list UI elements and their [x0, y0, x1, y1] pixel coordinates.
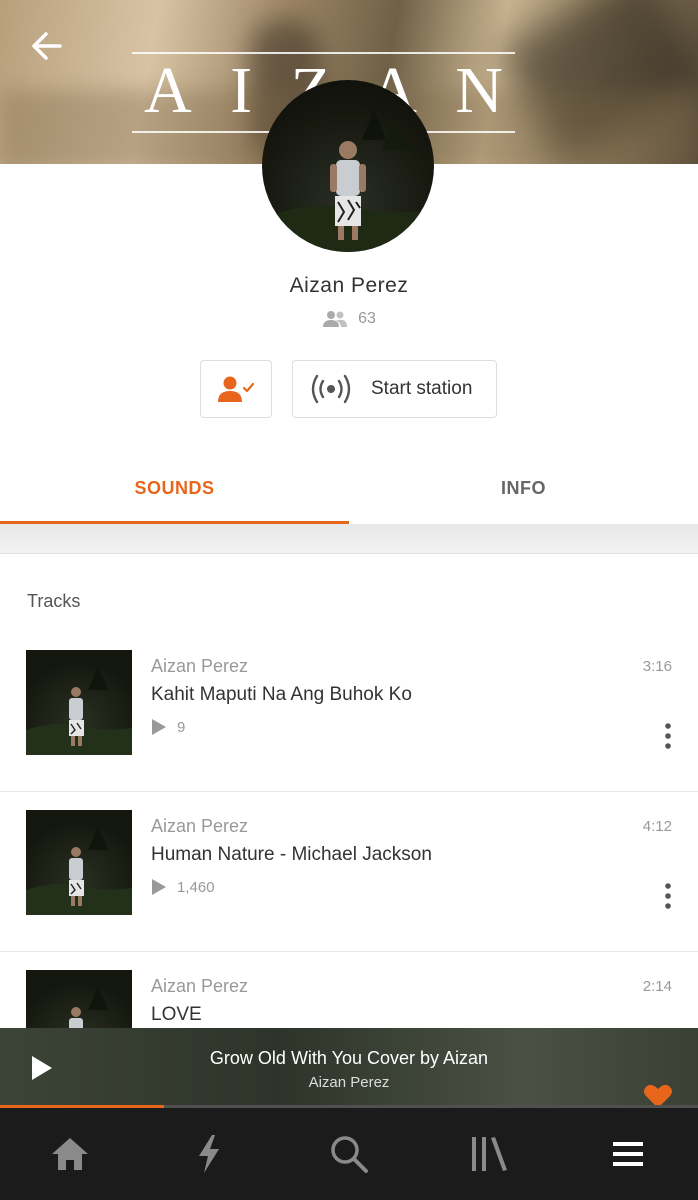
track-duration: 4:12: [642, 818, 672, 835]
bottom-navigation: [0, 1108, 698, 1200]
nav-search[interactable]: [314, 1124, 384, 1184]
followers-count-value: 63: [358, 310, 376, 327]
track-artist: Aizan Perez: [151, 816, 249, 836]
track-plays-value: 9: [177, 718, 186, 736]
track-plays-value: 1,460: [177, 878, 215, 896]
track-overflow-menu-button[interactable]: [660, 722, 676, 752]
track-artist: Aizan Perez: [151, 656, 249, 676]
user-following-icon: [218, 376, 255, 402]
tracks-section-title: Tracks: [27, 591, 81, 611]
nav-home[interactable]: [35, 1124, 105, 1184]
more-vertical-icon: [665, 883, 671, 909]
track-overflow-menu-button[interactable]: [660, 882, 676, 912]
play-count-icon: [152, 879, 166, 895]
track-title: LOVE: [151, 1004, 202, 1025]
library-icon: [471, 1137, 507, 1171]
nav-library[interactable]: [454, 1124, 524, 1184]
more-vertical-icon: [665, 723, 671, 749]
tabs-divider: [0, 524, 698, 554]
home-icon: [51, 1138, 88, 1170]
track-title: Kahit Maputi Na Ang Buhok Ko: [151, 684, 412, 705]
nav-stream[interactable]: [174, 1124, 244, 1184]
track-title: Human Nature - Michael Jackson: [151, 844, 432, 865]
menu-icon: [613, 1142, 644, 1166]
profile-name: Aizan Perez: [289, 274, 409, 297]
followers-count[interactable]: 63: [0, 310, 698, 328]
mini-player[interactable]: Grow Old With You Cover by Aizan Aizan P…: [0, 1028, 698, 1108]
profile-tabs: SOUNDS INFO: [0, 452, 698, 524]
avatar-photo: [262, 110, 434, 252]
track-row[interactable]: Aizan Perez Kahit Maputi Na Ang Buhok Ko…: [0, 632, 698, 792]
broadcast-icon: [311, 374, 351, 404]
followers-icon: [323, 311, 348, 327]
tab-info[interactable]: INFO: [349, 452, 698, 524]
track-artwork: [26, 810, 132, 915]
track-duration: 3:16: [642, 658, 672, 675]
search-icon: [331, 1136, 368, 1173]
back-arrow-icon: [32, 32, 62, 60]
profile-screen: A I Z A N Aizan Perez: [0, 0, 698, 1200]
now-playing-artist: Aizan Perez: [308, 1074, 390, 1091]
now-playing-title: Grow Old With You Cover by Aizan: [209, 1048, 489, 1068]
track-artwork: [26, 650, 132, 755]
start-station-label: Start station: [371, 378, 473, 399]
back-button[interactable]: [28, 28, 68, 64]
avatar[interactable]: [262, 80, 434, 252]
following-toggle-button[interactable]: [200, 360, 272, 418]
lightning-icon: [199, 1135, 220, 1173]
track-plays: 9: [151, 718, 185, 736]
start-station-button[interactable]: Start station: [292, 360, 497, 418]
play-count-icon: [152, 719, 166, 735]
nav-menu[interactable]: [593, 1124, 663, 1184]
track-duration: 2:14: [642, 978, 672, 995]
tab-sounds[interactable]: SOUNDS: [0, 452, 349, 524]
track-row[interactable]: Aizan Perez Human Nature - Michael Jacks…: [0, 792, 698, 952]
track-artist: Aizan Perez: [151, 976, 249, 996]
track-plays: 1,460: [151, 878, 215, 896]
